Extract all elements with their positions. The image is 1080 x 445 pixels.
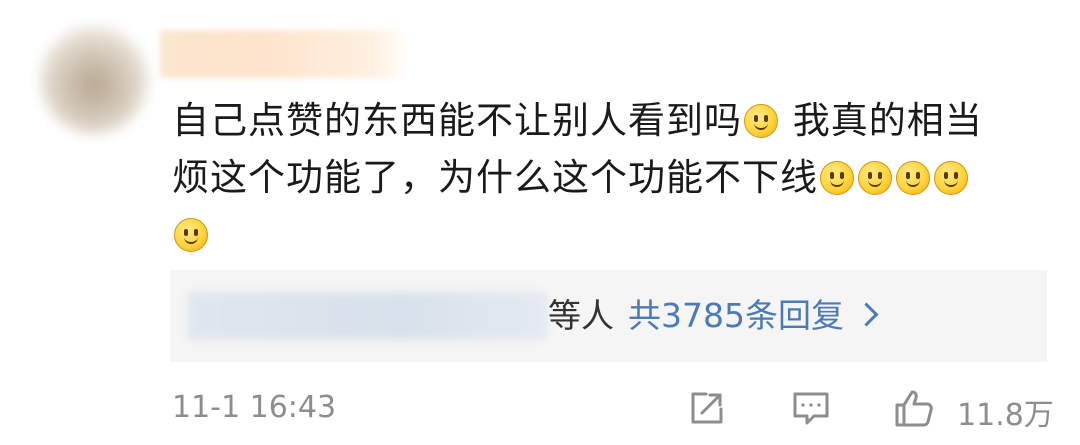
username-blurred[interactable] <box>160 30 410 78</box>
chevron-right-icon[interactable] <box>854 302 879 327</box>
comment-line1-part2: 我真的相当 <box>792 99 983 142</box>
smile-emoji-icon <box>174 218 208 252</box>
comment-text: 自己点赞的东西能不让别人看到吗 我真的相当 烦这个功能了，为什么这个功能不下线 <box>172 92 1052 263</box>
smile-emoji-icon <box>896 161 930 195</box>
reply-count-link[interactable]: 共3785条回复 <box>628 296 844 335</box>
smile-emoji-icon <box>744 104 778 138</box>
reply-summary[interactable]: 等人 共3785条回复 <box>548 294 879 338</box>
reply-etc-label: 等人 <box>548 296 614 335</box>
avatar[interactable] <box>40 26 148 134</box>
reply-names-blurred <box>188 292 548 340</box>
thumbs-up-icon[interactable] <box>893 387 935 429</box>
timestamp: 11-1 16:43 <box>172 390 337 425</box>
smile-emoji-icon <box>934 161 968 195</box>
smile-emoji-icon <box>820 161 854 195</box>
comment-line1-part1: 自己点赞的东西能不让别人看到吗 <box>172 99 742 142</box>
smile-emoji-icon <box>858 161 892 195</box>
reply-preview-box[interactable]: 等人 共3785条回复 <box>170 270 1047 362</box>
like-count: 11.8万 <box>957 398 1054 433</box>
comment-icon[interactable] <box>790 387 832 429</box>
share-icon[interactable] <box>686 387 728 429</box>
comment-line2: 烦这个功能了，为什么这个功能不下线 <box>172 156 818 199</box>
